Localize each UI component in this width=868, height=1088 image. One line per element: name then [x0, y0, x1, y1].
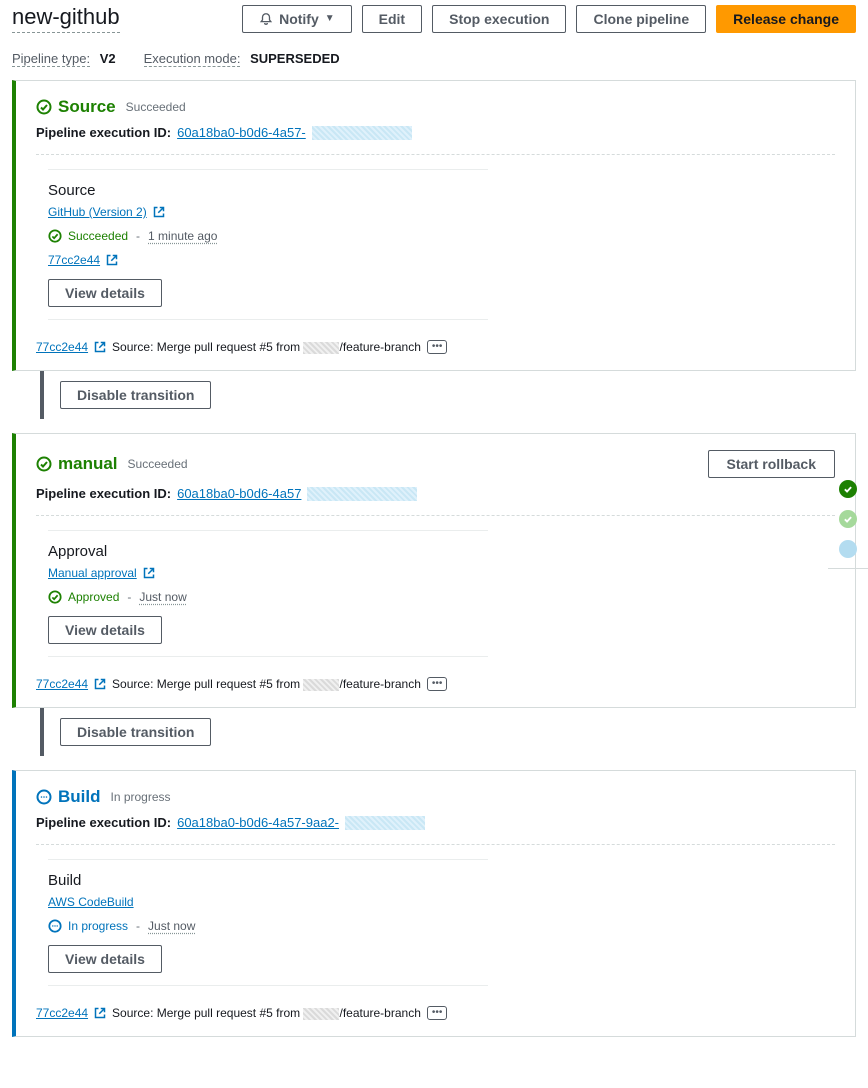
masked-text [303, 679, 339, 691]
commit-link[interactable]: 77cc2e44 [48, 253, 100, 267]
transition-1: Disable transition [40, 371, 856, 419]
masked-id [312, 126, 412, 140]
transition-bar [40, 371, 44, 419]
view-details-button[interactable]: View details [48, 279, 162, 307]
stage-manual: manual Succeeded Start rollback Pipeline… [12, 433, 856, 708]
view-details-button[interactable]: View details [48, 945, 162, 973]
transition-2: Disable transition [40, 708, 856, 756]
action-provider-link[interactable]: Manual approval [48, 566, 137, 580]
commit-link[interactable]: 77cc2e44 [36, 677, 88, 691]
stage-status: Succeeded [126, 100, 186, 114]
pipeline-title: new-github [12, 4, 120, 33]
progress-dot-inprogress[interactable] [839, 540, 857, 558]
clone-pipeline-button[interactable]: Clone pipeline [576, 5, 706, 33]
external-link-icon [106, 254, 118, 266]
execution-id-row: Pipeline execution ID: 60a18ba0-b0d6-4a5… [16, 478, 855, 515]
execution-mode-value: SUPERSEDED [250, 51, 340, 66]
action-status: Approved [68, 590, 119, 604]
commit-message: Source: Merge pull request #5 from /feat… [112, 1006, 421, 1020]
stage-source: Source Succeeded Pipeline execution ID: … [12, 80, 856, 371]
page-header: new-github Notify ▼ Edit Stop execution … [12, 0, 856, 33]
progress-circle-icon [48, 919, 62, 933]
more-icon[interactable]: ••• [427, 1006, 448, 1020]
header-actions: Notify ▼ Edit Stop execution Clone pipel… [242, 5, 856, 33]
action-time: Just now [148, 919, 195, 933]
progress-dot-complete[interactable] [839, 480, 857, 498]
commit-link[interactable]: 77cc2e44 [36, 340, 88, 354]
masked-id [345, 816, 425, 830]
pipeline-type-value: V2 [100, 51, 116, 66]
commit-message: Source: Merge pull request #5 from /feat… [112, 677, 421, 691]
success-circle-icon [36, 456, 52, 472]
stage-progress-sidebar [828, 480, 868, 569]
view-details-button[interactable]: View details [48, 616, 162, 644]
release-change-button[interactable]: Release change [716, 5, 856, 33]
success-circle-icon [36, 99, 52, 115]
edit-button[interactable]: Edit [362, 5, 422, 33]
action-provider-link[interactable]: AWS CodeBuild [48, 895, 134, 909]
stage-header: manual Succeeded Start rollback [16, 434, 855, 478]
more-icon[interactable]: ••• [427, 677, 448, 691]
execution-id-row: Pipeline execution ID: 60a18ba0-b0d6-4a5… [16, 117, 855, 154]
stage-footer-commit: 77cc2e44 Source: Merge pull request #5 f… [16, 996, 855, 1036]
progress-circle-icon [36, 789, 52, 805]
notify-button[interactable]: Notify ▼ [242, 5, 352, 33]
action-title: Approval [48, 543, 488, 560]
success-circle-icon [48, 590, 62, 604]
disable-transition-button[interactable]: Disable transition [60, 381, 211, 409]
action-title: Source [48, 182, 488, 199]
masked-id [307, 487, 417, 501]
execution-id-link[interactable]: 60a18ba0-b0d6-4a57-9aa2- [177, 815, 339, 830]
external-link-icon [94, 341, 106, 353]
stage-status: Succeeded [128, 457, 188, 471]
masked-text [303, 1008, 339, 1020]
divider [36, 515, 835, 516]
stage-footer-commit: 77cc2e44 Source: Merge pull request #5 f… [16, 330, 855, 370]
stage-header: Build In progress [16, 771, 855, 807]
divider [36, 844, 835, 845]
stage-build: Build In progress Pipeline execution ID:… [12, 770, 856, 1037]
execution-id-link[interactable]: 60a18ba0-b0d6-4a57 [177, 486, 301, 501]
stage-footer-commit: 77cc2e44 Source: Merge pull request #5 f… [16, 667, 855, 707]
execution-id-link[interactable]: 60a18ba0-b0d6-4a57- [177, 125, 306, 140]
action-card-build: Build AWS CodeBuild In progress - Just n… [48, 859, 488, 986]
commit-message: Source: Merge pull request #5 from /feat… [112, 340, 421, 354]
disable-transition-button[interactable]: Disable transition [60, 718, 211, 746]
transition-bar [40, 708, 44, 756]
start-rollback-button[interactable]: Start rollback [708, 450, 835, 478]
action-card-approval: Approval Manual approval Approved - Just… [48, 530, 488, 657]
masked-text [303, 342, 339, 354]
pipeline-meta: Pipeline type: V2 Execution mode: SUPERS… [12, 51, 856, 66]
divider [36, 154, 835, 155]
action-time: 1 minute ago [148, 229, 217, 243]
execution-id-row: Pipeline execution ID: 60a18ba0-b0d6-4a5… [16, 807, 855, 844]
more-icon[interactable]: ••• [427, 340, 448, 354]
success-circle-icon [48, 229, 62, 243]
action-status: Succeeded [68, 229, 128, 243]
stage-title: Source [36, 97, 116, 117]
commit-link[interactable]: 77cc2e44 [36, 1006, 88, 1020]
external-link-icon [153, 206, 165, 218]
stage-title: manual [36, 454, 118, 474]
stop-execution-button[interactable]: Stop execution [432, 5, 566, 33]
pipeline-type-label: Pipeline type: [12, 51, 90, 67]
stage-header: Source Succeeded [16, 81, 855, 117]
execution-mode-label: Execution mode: [144, 51, 241, 67]
external-link-icon [143, 567, 155, 579]
action-provider-link[interactable]: GitHub (Version 2) [48, 205, 147, 219]
action-card-source: Source GitHub (Version 2) Succeeded - 1 … [48, 169, 488, 320]
stage-status: In progress [111, 790, 171, 804]
stage-title: Build [36, 787, 101, 807]
external-link-icon [94, 678, 106, 690]
action-status: In progress [68, 919, 128, 933]
external-link-icon [94, 1007, 106, 1019]
progress-dot-complete[interactable] [839, 510, 857, 528]
action-title: Build [48, 872, 488, 889]
caret-down-icon: ▼ [325, 13, 335, 24]
bell-icon [259, 12, 273, 26]
action-time: Just now [139, 590, 186, 604]
